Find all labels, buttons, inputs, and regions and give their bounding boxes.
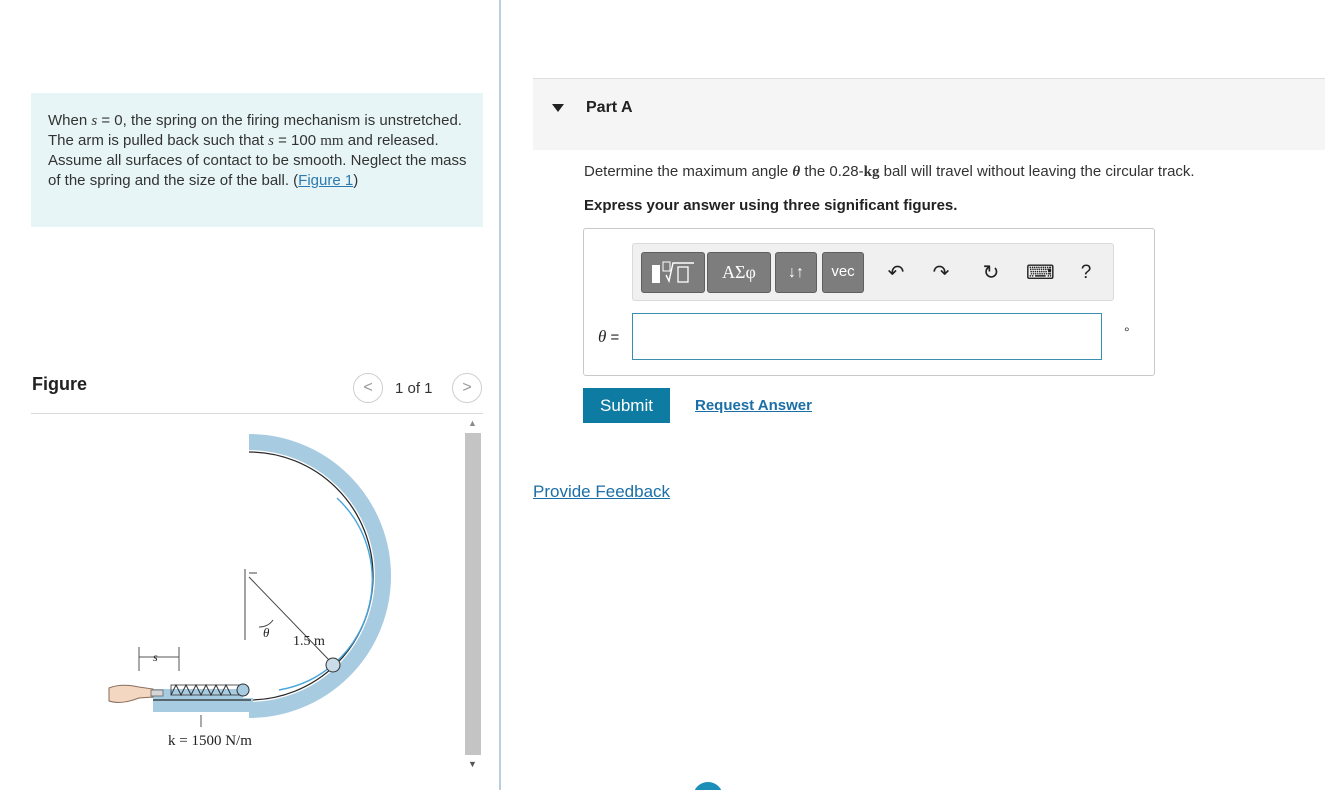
spring-constant-label: k = 1500 N/m: [168, 733, 252, 749]
scroll-thumb[interactable]: [465, 433, 481, 755]
redo-icon[interactable]: ↷: [929, 260, 953, 286]
undo-icon[interactable]: ↶: [884, 260, 908, 286]
problem-text: When: [48, 112, 92, 129]
figure-counter: 1 of 1: [395, 380, 433, 397]
scroll-down-arrow[interactable]: ▼: [464, 756, 481, 773]
templates-icon: [652, 261, 694, 284]
problem-text: ): [353, 172, 359, 189]
right-pane: Part A Determine the maximum angle θ the…: [501, 0, 1325, 790]
track-outer-band: [248, 434, 391, 718]
answer-box: ΑΣφ ↓↑ vec ↶ ↷ ↻ ⌨ ? θ = °: [583, 228, 1155, 376]
scroll-up-arrow[interactable]: ▲: [464, 415, 481, 432]
answer-label: θ =: [598, 327, 619, 347]
greek-symbols-button[interactable]: ΑΣφ: [707, 252, 771, 293]
degree-unit: °: [1124, 324, 1130, 340]
figure-image: θ 1.5 m s k = 1500 N/m: [31, 415, 461, 785]
answer-instruction: Express your answer using three signific…: [584, 197, 958, 214]
radius-label: 1.5 m: [293, 634, 325, 649]
question-segment: the 0.28-: [800, 163, 864, 180]
problem-text: = 100: [273, 132, 321, 149]
question-segment: Determine the maximum angle: [584, 163, 793, 180]
ball: [325, 657, 341, 673]
question-text: Determine the maximum angle θ the 0.28-k…: [584, 163, 1195, 181]
part-a-header[interactable]: Part A: [533, 78, 1325, 150]
question-segment: ball will travel without leaving the cir…: [879, 163, 1195, 180]
reset-icon[interactable]: ↻: [979, 260, 1003, 286]
collapse-caret-icon[interactable]: [552, 104, 564, 112]
chevron-left-icon: <: [363, 379, 373, 396]
template-box-small: [662, 261, 671, 272]
provide-feedback-link[interactable]: Provide Feedback: [533, 482, 670, 502]
answer-input[interactable]: [632, 313, 1102, 360]
left-pane: When s = 0, the spring on the firing mec…: [0, 0, 499, 790]
firing-mechanism-diagram: θ 1.5 m s k = 1500 N/m: [108, 434, 391, 749]
equals-sign: =: [606, 329, 620, 346]
math-toolbar: ΑΣφ ↓↑ vec ↶ ↷ ↻ ⌨ ?: [632, 243, 1114, 301]
figure-scrollbar[interactable]: ▲ ▼: [464, 415, 481, 775]
part-title: Part A: [586, 99, 633, 116]
chevron-right-icon: >: [462, 379, 472, 396]
firing-head: [236, 683, 250, 697]
prev-figure-button[interactable]: <: [353, 373, 383, 403]
s-label: s: [153, 650, 158, 664]
help-badge-icon[interactable]: [693, 782, 723, 790]
templates-button[interactable]: [641, 252, 705, 293]
pull-handle: [150, 689, 164, 697]
theta-label: θ: [263, 625, 270, 640]
figure-title: Figure: [32, 374, 88, 394]
template-box-solid: [652, 265, 660, 283]
figure-link[interactable]: Figure 1: [298, 172, 353, 189]
figure-header: Figure < 1 of 1 >: [31, 370, 483, 414]
keyboard-icon[interactable]: ⌨: [1026, 260, 1055, 286]
unit-mm: mm: [320, 133, 344, 149]
hand: [108, 684, 154, 703]
vector-button[interactable]: vec: [822, 252, 864, 293]
unit-kg: kg: [863, 164, 880, 180]
request-answer-link[interactable]: Request Answer: [695, 397, 812, 414]
subscript-superscript-button[interactable]: ↓↑: [775, 252, 817, 293]
template-box-outline: [677, 266, 689, 283]
next-figure-button[interactable]: >: [452, 373, 482, 403]
problem-statement: When s = 0, the spring on the firing mec…: [31, 93, 483, 227]
submit-button[interactable]: Submit: [583, 388, 670, 423]
help-icon[interactable]: ?: [1074, 260, 1098, 286]
